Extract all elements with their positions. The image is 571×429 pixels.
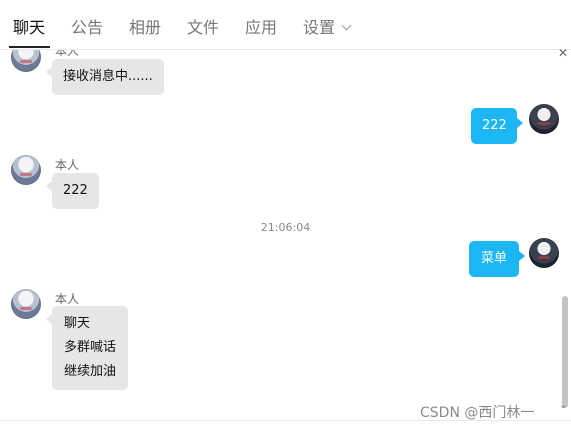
chevron-down-icon	[341, 20, 352, 31]
tab-settings-label: 设置	[303, 18, 336, 37]
tab-settings[interactable]: 设置	[303, 0, 352, 48]
avatar[interactable]	[11, 50, 41, 72]
message-bubble-incoming[interactable]: 接收消息中......	[46, 59, 164, 95]
message-bubble-incoming[interactable]: 222	[46, 173, 99, 209]
avatar[interactable]	[529, 238, 559, 268]
menu-line: 多群喊话	[64, 340, 117, 355]
sender-name: 本人	[55, 292, 80, 306]
tab-announcements[interactable]: 公告	[71, 0, 103, 48]
tab-apps[interactable]: 应用	[245, 0, 277, 48]
active-tab-indicator	[9, 46, 50, 48]
tab-chat[interactable]: 聊天	[13, 0, 45, 48]
tab-files[interactable]: 文件	[187, 0, 219, 48]
sender-name: 本人	[55, 158, 80, 172]
message-bubble-incoming[interactable]: 聊天 多群喊话 继续加油	[45, 306, 129, 390]
watermark: CSDN @西门林一	[420, 405, 535, 421]
message-bubble-outgoing[interactable]: 菜单	[469, 241, 525, 277]
message-bubble-outgoing[interactable]: 222	[471, 108, 523, 144]
avatar[interactable]	[529, 104, 559, 134]
sender-name: 本人	[55, 50, 80, 58]
avatar[interactable]	[11, 289, 41, 319]
tab-bar: 聊天 公告 相册 文件 应用 设置	[0, 0, 571, 50]
avatar[interactable]	[11, 155, 41, 185]
menu-line: 继续加油	[64, 364, 117, 379]
menu-line: 聊天	[64, 316, 91, 331]
close-icon[interactable]: ✕	[558, 46, 568, 60]
scroll-down-icon[interactable]: ⌄	[559, 400, 567, 411]
chat-message-list[interactable]: 本人 接收消息中...... 222 本人 222 21:06:04 菜单 本人…	[0, 50, 571, 420]
message-timestamp: 21:06:04	[260, 221, 311, 234]
tab-album[interactable]: 相册	[129, 0, 161, 48]
scrollbar-thumb[interactable]	[562, 296, 568, 408]
